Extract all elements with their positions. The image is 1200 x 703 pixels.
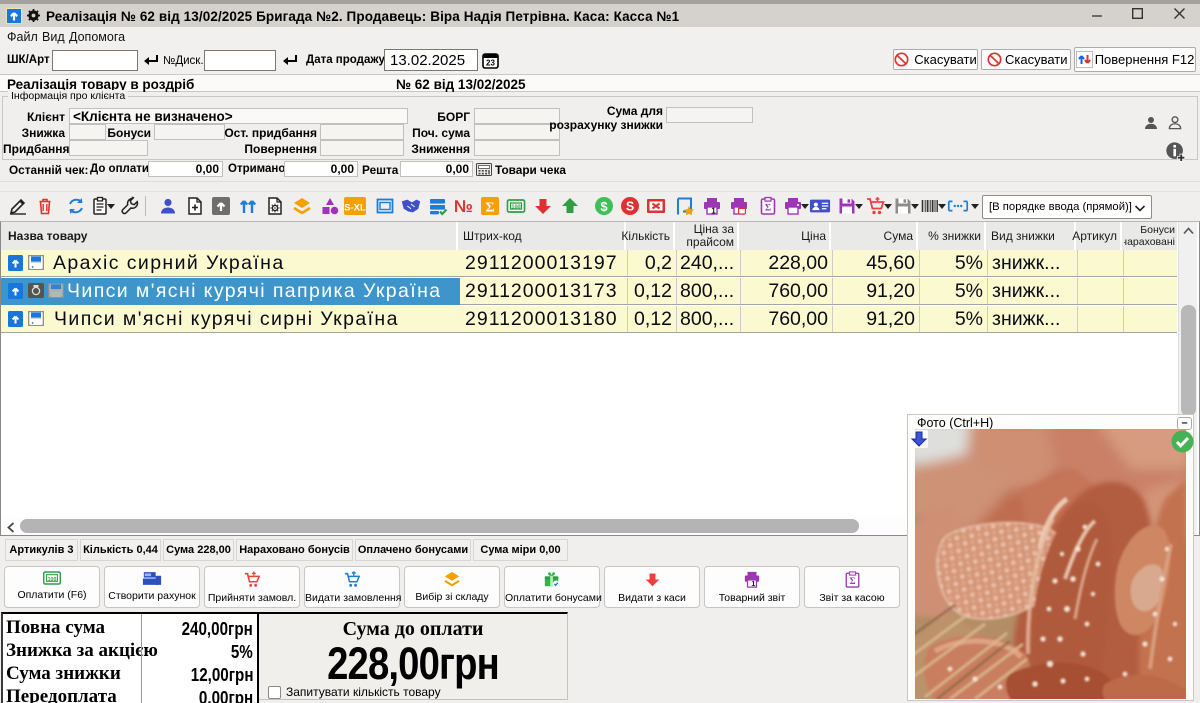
- svg-text:100: 100: [511, 205, 520, 211]
- svg-text:1: 1: [751, 580, 755, 588]
- svg-text:Σ: Σ: [485, 201, 494, 216]
- svg-text:Σ: Σ: [765, 204, 771, 214]
- svg-text:100: 100: [48, 577, 57, 583]
- svg-text:Σ: Σ: [849, 576, 855, 586]
- svg-text:1: 1: [711, 207, 716, 216]
- svg-text:$: $: [600, 199, 608, 214]
- svg-text:№: №: [454, 197, 473, 216]
- svg-text:S-XL: S-XL: [344, 203, 366, 214]
- svg-text:S: S: [626, 200, 634, 214]
- svg-text:23: 23: [486, 59, 495, 68]
